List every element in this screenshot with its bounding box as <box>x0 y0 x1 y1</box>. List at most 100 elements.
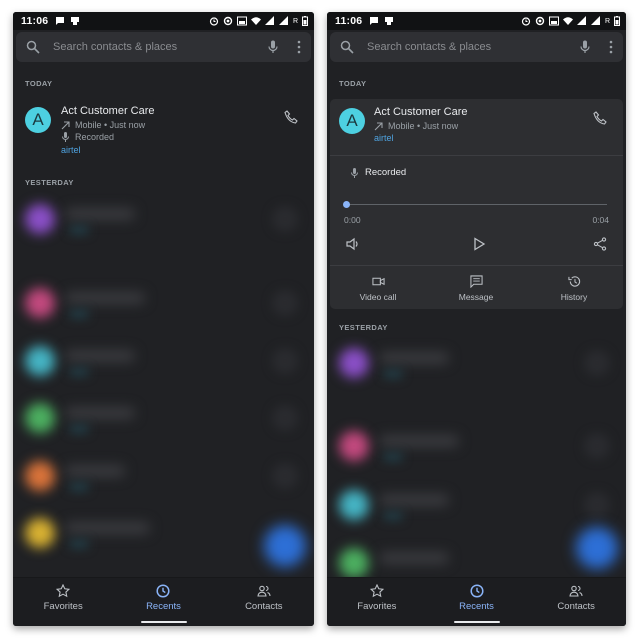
contacts-icon <box>257 585 271 597</box>
mic-icon <box>351 167 358 178</box>
share-icon[interactable] <box>593 237 607 251</box>
blurred-call-entry[interactable] <box>327 484 626 524</box>
blurred-avatar <box>25 346 55 376</box>
action-label: Video call <box>359 292 397 302</box>
call-icon[interactable] <box>584 433 610 459</box>
blurred-call-entry[interactable] <box>13 340 314 380</box>
action-label: Message <box>458 292 494 302</box>
home-indicator[interactable] <box>140 621 187 623</box>
playback-seekbar[interactable] <box>343 201 607 208</box>
search-bar[interactable]: Search contacts & places <box>330 32 623 62</box>
current-time: 0:00 <box>344 215 361 225</box>
blurred-avatar <box>25 204 55 234</box>
nav-label: Recents <box>459 601 494 612</box>
avatar: A <box>25 107 51 133</box>
nav-favorites[interactable]: Favorites <box>13 578 113 626</box>
speaker-icon[interactable] <box>346 237 360 251</box>
mic-icon[interactable] <box>579 40 591 54</box>
blurred-avatar <box>25 461 55 491</box>
mic-icon <box>62 132 69 142</box>
call-icon[interactable] <box>284 110 298 124</box>
bottom-navigation: Favorites Recents Contacts <box>13 577 314 626</box>
nav-label: Favorites <box>357 601 397 612</box>
dialpad-fab[interactable] <box>264 525 306 567</box>
call-icon[interactable] <box>593 111 607 125</box>
call-details: Mobile • Just now <box>61 120 145 130</box>
blurred-avatar <box>25 403 55 433</box>
nav-label: Favorites <box>43 601 83 612</box>
blurred-call-entry[interactable] <box>13 397 314 437</box>
blurred-call-entry[interactable] <box>327 342 626 382</box>
blurred-call-entry[interactable] <box>13 455 314 495</box>
status-bar: 11:06 R <box>327 12 626 30</box>
call-icon[interactable] <box>584 350 610 376</box>
call-icon[interactable] <box>584 492 610 518</box>
search-input[interactable]: Search contacts & places <box>367 41 579 53</box>
call-log-entry[interactable]: A Act Customer Care Mobile • Just now ai… <box>330 99 623 154</box>
blurred-avatar <box>339 431 369 461</box>
section-label-today: TODAY <box>339 79 367 88</box>
contacts-icon <box>569 585 583 597</box>
nav-recents[interactable]: Recents <box>113 578 213 626</box>
nav-contacts[interactable]: Contacts <box>214 578 314 626</box>
nav-contacts[interactable]: Contacts <box>526 578 626 626</box>
play-icon[interactable] <box>472 237 486 251</box>
seekbar-thumb[interactable] <box>343 201 350 208</box>
divider <box>330 155 623 156</box>
search-input[interactable]: Search contacts & places <box>53 41 267 53</box>
nav-recents[interactable]: Recents <box>427 578 527 626</box>
total-time: 0:04 <box>592 215 609 225</box>
call-icon[interactable] <box>272 463 298 489</box>
recorded-label: Recorded <box>75 132 115 142</box>
status-time: 11:06 <box>21 15 49 27</box>
outgoing-call-icon <box>61 120 70 129</box>
carrier-label: airtel <box>61 145 81 155</box>
notification-app-icon <box>71 17 80 25</box>
blurred-call-entry[interactable] <box>327 425 626 465</box>
more-options-icon[interactable] <box>609 40 613 54</box>
search-bar[interactable]: Search contacts & places <box>16 32 311 62</box>
signal-icon <box>576 16 586 25</box>
clock-icon <box>156 584 171 598</box>
mic-icon[interactable] <box>267 40 279 54</box>
video-icon <box>371 277 385 286</box>
blurred-avatar <box>25 518 55 548</box>
notification-chat-icon <box>370 17 379 25</box>
nav-favorites[interactable]: Favorites <box>327 578 427 626</box>
home-indicator[interactable] <box>453 621 500 623</box>
nav-label: Recents <box>146 601 181 612</box>
call-icon[interactable] <box>272 348 298 374</box>
carrier-label: airtel <box>374 133 394 143</box>
star-icon <box>369 584 384 598</box>
more-options-icon[interactable] <box>297 40 301 54</box>
blurred-avatar <box>339 348 369 378</box>
recording-title: Recorded <box>365 167 407 178</box>
call-icon[interactable] <box>272 206 298 232</box>
search-icon[interactable] <box>340 40 354 54</box>
phone-screen-collapsed: 11:06 R Search contacts & places TODAY A… <box>13 12 314 626</box>
data-saver-icon <box>535 16 545 26</box>
video-call-button[interactable]: Video call <box>338 275 418 302</box>
history-button[interactable]: History <box>534 275 614 302</box>
call-type-time: Mobile • Just now <box>388 121 459 131</box>
roaming-indicator: R <box>292 17 298 25</box>
dialpad-fab[interactable] <box>576 527 618 569</box>
nav-label: Contacts <box>557 601 595 612</box>
blurred-call-entry[interactable] <box>13 198 314 238</box>
blurred-avatar <box>339 548 369 578</box>
call-icon[interactable] <box>272 290 298 316</box>
clock-icon <box>469 584 484 598</box>
phone-screen-expanded: 11:06 R Search contacts & places TODAY A… <box>327 12 626 626</box>
call-icon[interactable] <box>272 405 298 431</box>
signal-icon <box>590 16 600 25</box>
signal-icon <box>264 16 274 25</box>
call-log-entry[interactable]: A Act Customer Care Mobile • Just now Re… <box>13 98 314 168</box>
blurred-avatar <box>25 288 55 318</box>
message-icon <box>469 275 483 288</box>
search-icon[interactable] <box>26 40 40 54</box>
blurred-call-entry[interactable] <box>13 282 314 322</box>
data-saver-icon <box>223 16 233 26</box>
status-time: 11:06 <box>335 15 363 27</box>
wifi-icon <box>562 17 573 25</box>
message-button[interactable]: Message <box>436 275 516 302</box>
